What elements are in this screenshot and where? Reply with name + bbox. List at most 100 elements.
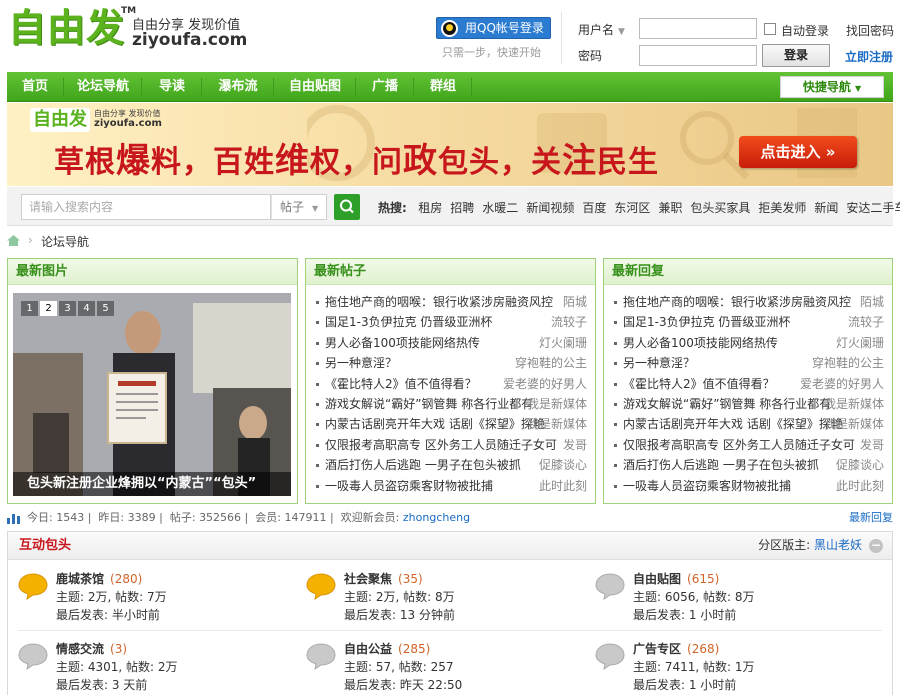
forum-last-post[interactable]: 最后发表: 半小时前 (56, 606, 160, 623)
search-input[interactable]: 请输入搜索内容 (21, 194, 271, 220)
thread-title-link[interactable]: 游戏女解说“霸好”钢管舞 称各行业都有 (614, 394, 831, 414)
forum-last-post[interactable]: 最后发表: 13 分钟前 (344, 606, 455, 623)
speech-bubble-icon[interactable] (595, 572, 625, 600)
author-link[interactable]: 此时此刻 (836, 476, 884, 496)
forum-name-link[interactable]: 鹿城茶馆 (56, 572, 104, 586)
username-type-select[interactable]: 用户名 ▼ (578, 21, 625, 38)
speech-bubble-icon[interactable] (18, 572, 48, 600)
author-link[interactable]: 穿袍鞋的公主 (812, 353, 884, 373)
thread-title-link[interactable]: 酒后打伤人后逃跑 一男子在包头被抓 (614, 455, 819, 475)
nav-broadcast[interactable]: 广播 (357, 72, 413, 102)
thread-title-link[interactable]: 拖住地产商的咽喉：银行收紧涉房融资风控 (316, 292, 553, 312)
hot-search-link[interactable]: 水暖二 (482, 201, 518, 215)
speech-bubble-icon[interactable] (306, 642, 336, 670)
author-link[interactable]: 我是新媒体 (824, 414, 884, 434)
author-link[interactable]: 灯火阑珊 (539, 333, 587, 353)
author-link[interactable]: 灯火阑珊 (836, 333, 884, 353)
thread-title-link[interactable]: 《霍比特人2》值不值得看？ (614, 374, 775, 394)
slide-page-button[interactable]: 1 (21, 301, 38, 316)
forum-name-link[interactable]: 社会聚焦 (344, 572, 392, 586)
forum-name-link[interactable]: 自由公益 (344, 642, 392, 656)
hot-search-link[interactable]: 租房 (418, 201, 442, 215)
search-type-select[interactable]: 帖子 ▼ (271, 194, 327, 220)
forum-name-link[interactable]: 情感交流 (56, 642, 104, 656)
author-link[interactable]: 爱老婆的好男人 (503, 374, 587, 394)
thread-title-link[interactable]: 一吸毒人员盗窃乘客财物被批捕 (614, 476, 791, 496)
password-input[interactable] (639, 45, 757, 66)
author-link[interactable]: 促膝谈心 (836, 455, 884, 475)
hot-search-link[interactable]: 招聘 (450, 201, 474, 215)
forum-last-post[interactable]: 最后发表: 3 天前 (56, 676, 147, 693)
moderator-link[interactable]: 黑山老妖 (814, 538, 862, 552)
author-link[interactable]: 发哥 (860, 435, 884, 455)
new-member-link[interactable]: zhongcheng (403, 511, 470, 524)
site-logo[interactable]: 自由发 TM 自由分享 发现价值 ziyoufa.com (8, 6, 253, 56)
author-link[interactable]: 发哥 (563, 435, 587, 455)
author-link[interactable]: 流较子 (551, 312, 587, 332)
thread-title-link[interactable]: 酒后打伤人后逃跑 一男子在包头被抓 (316, 455, 521, 475)
thread-title-link[interactable]: 另一种意淫？ (614, 353, 695, 373)
author-link[interactable]: 我是新媒体 (527, 414, 587, 434)
author-link[interactable]: 我是新媒体 (527, 394, 587, 414)
forum-name-link[interactable]: 广告专区 (633, 642, 681, 656)
nav-free-pics[interactable]: 自由贴图 (275, 72, 355, 102)
find-password-link[interactable]: 找回密码 (846, 22, 894, 39)
author-link[interactable]: 陌城 (563, 292, 587, 312)
author-link[interactable]: 穿袍鞋的公主 (515, 353, 587, 373)
photo-slideshow[interactable]: 12345 包头新注册企业烽拥以“内蒙古”“包头” (13, 293, 291, 496)
thread-title-link[interactable]: 拖住地产商的咽喉：银行收紧涉房融资风控 (614, 292, 851, 312)
speech-bubble-icon[interactable] (306, 572, 336, 600)
thread-title-link[interactable]: 游戏女解说“霸好”钢管舞 称各行业都有 (316, 394, 533, 414)
thread-title-link[interactable]: 《霍比特人2》值不值得看？ (316, 374, 477, 394)
forum-name-link[interactable]: 自由贴图 (633, 572, 681, 586)
nav-waterfall[interactable]: 瀑布流 (203, 72, 273, 102)
author-link[interactable]: 此时此刻 (539, 476, 587, 496)
slideshow-caption[interactable]: 包头新注册企业烽拥以“内蒙古”“包头” (13, 472, 291, 496)
thread-title-link[interactable]: 国足1-3负伊拉克 仍晋级亚洲杯 (316, 312, 492, 332)
author-link[interactable]: 促膝谈心 (539, 455, 587, 475)
banner-enter-button[interactable]: 点击进入 » (739, 136, 857, 168)
nav-groups[interactable]: 群组 (415, 72, 471, 102)
forum-last-post[interactable]: 最后发表: 1 小时前 (633, 606, 736, 623)
forum-last-post[interactable]: 最后发表: 1 小时前 (633, 676, 736, 693)
hot-search-link[interactable]: 兼职 (658, 201, 682, 215)
hot-search-link[interactable]: 包头买家具 (690, 201, 750, 215)
author-link[interactable]: 陌城 (860, 292, 884, 312)
hot-search-link[interactable]: 百度 (582, 201, 606, 215)
thread-title-link[interactable]: 仅限报考高职高专 区外务工人员随迁子女可 (316, 435, 557, 455)
slide-page-button[interactable]: 5 (97, 301, 114, 316)
speech-bubble-icon[interactable] (18, 642, 48, 670)
category-title[interactable]: 互动包头 (19, 532, 71, 559)
forum-last-post[interactable]: 最后发表: 昨天 22:50 (344, 676, 462, 693)
latest-replies-link[interactable]: 最新回复 (849, 508, 893, 528)
nav-digest[interactable]: 导读 (143, 72, 201, 102)
login-button[interactable]: 登录 (762, 44, 830, 67)
username-input[interactable] (639, 18, 757, 39)
thread-title-link[interactable]: 仅限报考高职高专 区外务工人员随迁子女可 (614, 435, 855, 455)
remember-checkbox[interactable] (764, 23, 776, 35)
nav-forum-guide[interactable]: 论坛导航 (65, 72, 141, 102)
thread-title-link[interactable]: 另一种意淫？ (316, 353, 397, 373)
collapse-icon[interactable]: − (869, 539, 883, 553)
hot-search-link[interactable]: 新闻 (814, 201, 838, 215)
hot-search-link[interactable]: 拒美发师 (758, 201, 806, 215)
speech-bubble-icon[interactable] (595, 642, 625, 670)
quick-nav-button[interactable]: 快捷导航 ▼ (780, 76, 884, 98)
hot-search-link[interactable]: 新闻视频 (526, 201, 574, 215)
thread-title-link[interactable]: 内蒙古话剧亮开年大戏 话剧《探望》探艳 (316, 414, 545, 434)
hot-search-link[interactable]: 东河区 (614, 201, 650, 215)
author-link[interactable]: 流较子 (848, 312, 884, 332)
thread-title-link[interactable]: 一吸毒人员盗窃乘客财物被批捕 (316, 476, 493, 496)
thread-title-link[interactable]: 国足1-3负伊拉克 仍晋级亚洲杯 (614, 312, 790, 332)
author-link[interactable]: 我是新媒体 (824, 394, 884, 414)
register-link[interactable]: 立即注册 (845, 48, 893, 65)
search-button[interactable] (334, 194, 360, 220)
slide-page-button[interactable]: 4 (78, 301, 95, 316)
hot-search-link[interactable]: 安达二手车 (846, 201, 900, 215)
nav-home[interactable]: 首页 (7, 72, 63, 102)
thread-title-link[interactable]: 男人必备100项技能网络热传 (614, 333, 778, 353)
slide-page-button[interactable]: 3 (59, 301, 76, 316)
author-link[interactable]: 爱老婆的好男人 (800, 374, 884, 394)
slide-page-button-active[interactable]: 2 (40, 301, 57, 316)
thread-title-link[interactable]: 内蒙古话剧亮开年大戏 话剧《探望》探艳 (614, 414, 843, 434)
